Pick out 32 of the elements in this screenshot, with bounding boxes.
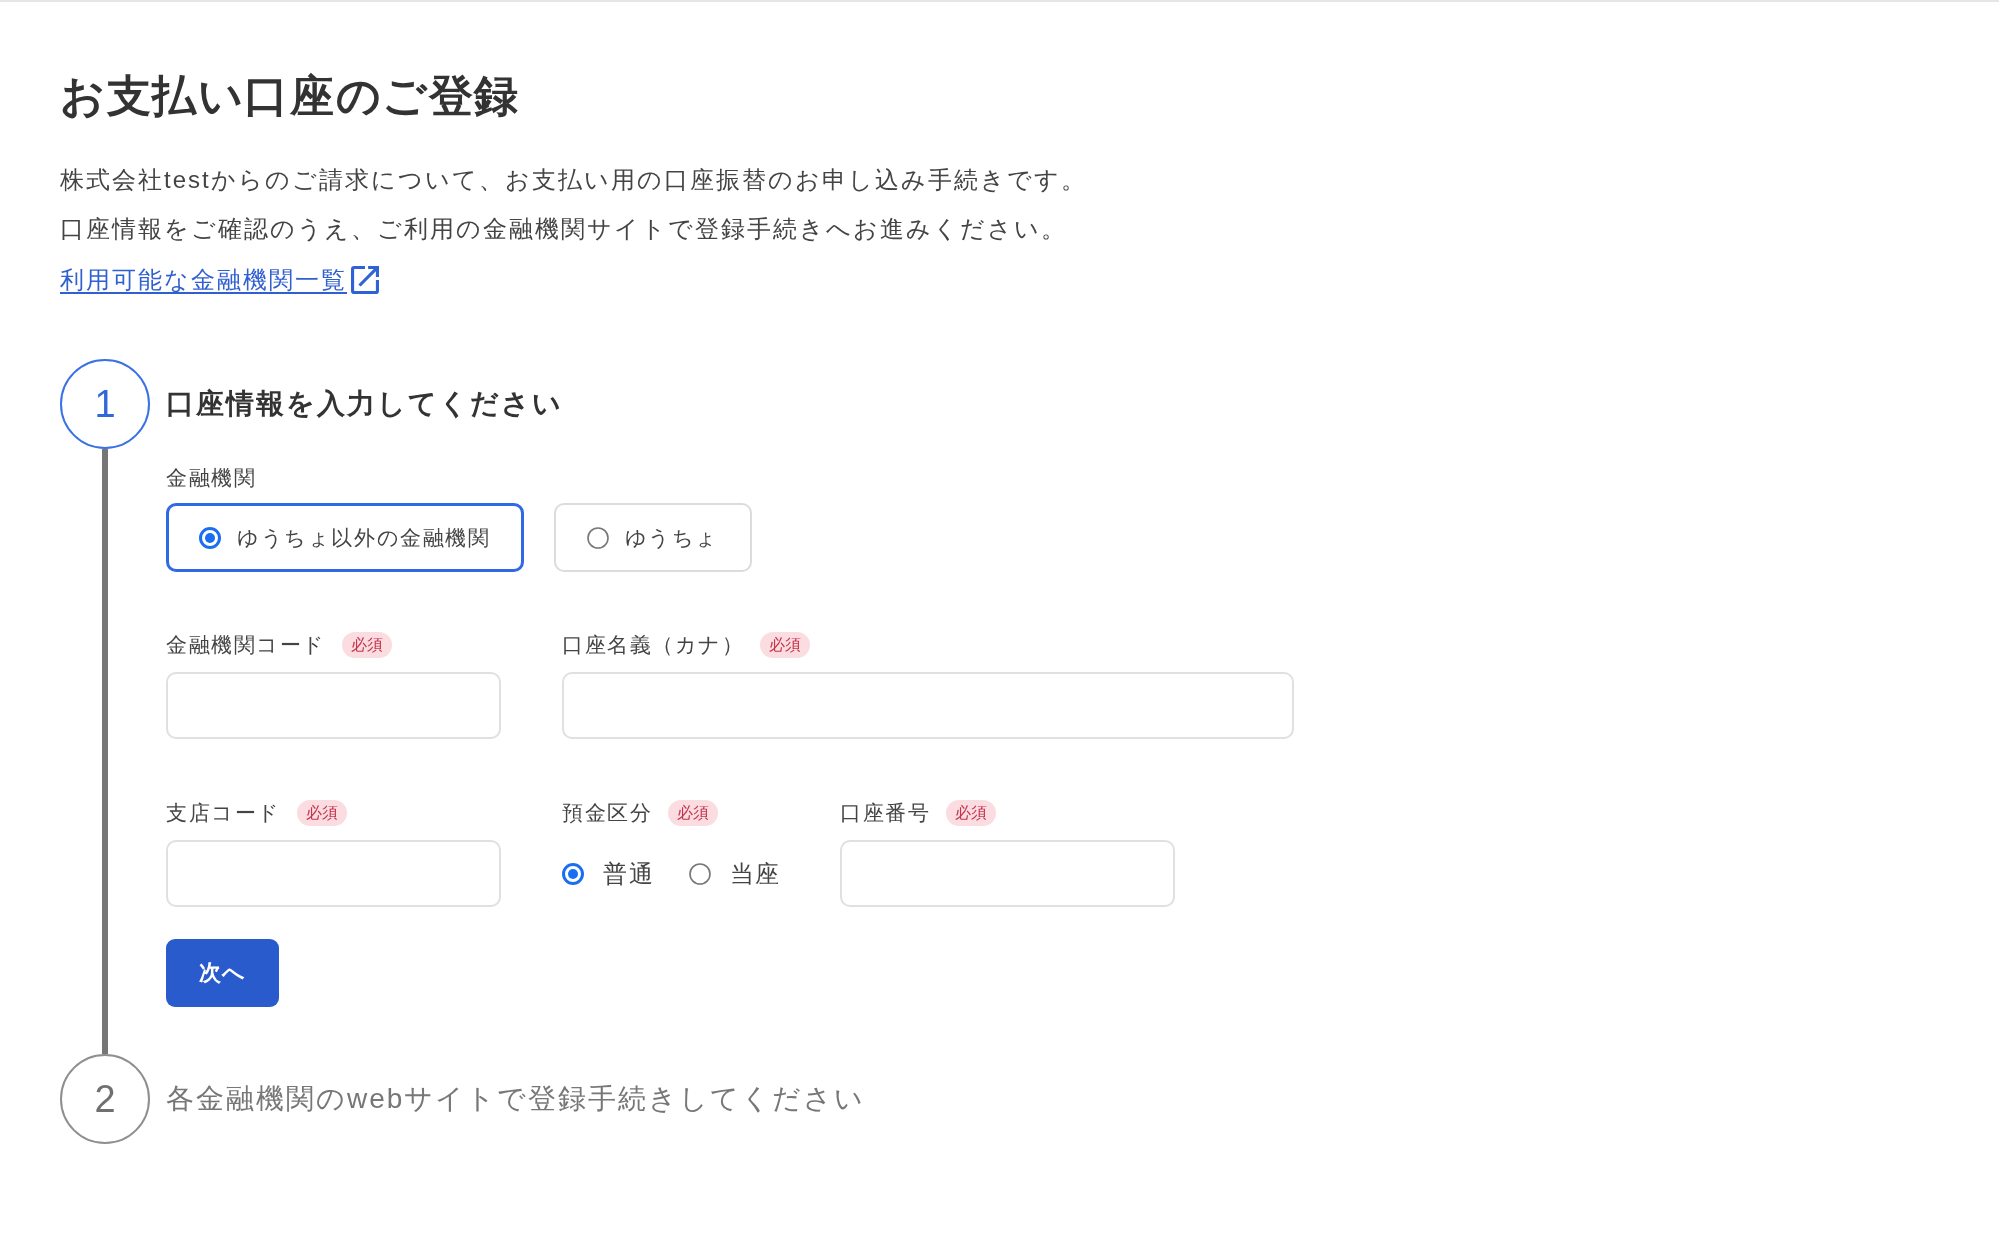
radio-icon[interactable]: [199, 526, 221, 549]
step-title: 各金融機関のwebサイトで登録手続きしてください: [166, 1082, 866, 1117]
step-number: 1: [60, 359, 150, 450]
radio-option[interactable]: 当座: [688, 857, 782, 890]
radio-icon[interactable]: [586, 526, 609, 549]
radio-option[interactable]: 普通: [562, 857, 655, 890]
radio-icon[interactable]: [688, 862, 711, 885]
required-badge: 必須: [946, 800, 996, 827]
bank-list-link[interactable]: 利用可能な金融機関一覧: [60, 255, 379, 305]
field-label: 口座番号: [840, 800, 930, 827]
input-field[interactable]: [166, 840, 501, 908]
field-label: 口座名義（カナ）: [562, 632, 744, 659]
description-text: 口座情報をご確認のうえ、ご利用の金融機関サイトで登録手続きへお進みください。: [60, 214, 1067, 244]
field-label: 金融機関コード: [166, 632, 326, 659]
radio-option-card[interactable]: ゆうちょ: [553, 503, 752, 573]
radio-icon[interactable]: [562, 862, 584, 885]
step-title: 口座情報を入力してください: [166, 387, 563, 422]
input-field[interactable]: [562, 672, 1294, 740]
field-label: 支店コード: [166, 800, 281, 827]
input-field[interactable]: [840, 840, 1175, 908]
field-label: 預金区分: [562, 800, 652, 827]
next-button[interactable]: 次へ: [166, 939, 279, 1008]
input-field[interactable]: [166, 672, 501, 740]
required-badge: 必須: [341, 632, 392, 659]
required-badge: 必須: [296, 800, 347, 827]
page-title: お支払い口座のご登録: [60, 70, 520, 122]
required-badge: 必須: [668, 800, 718, 827]
step-number: 2: [60, 1054, 150, 1145]
description-text: 株式会社testからのご請求について、お支払い用の口座振替のお申し込み手続きです。: [60, 165, 1087, 195]
radio-option-card[interactable]: ゆうちょ以外の金融機関: [166, 503, 524, 573]
required-badge: 必須: [760, 632, 810, 659]
field-label: 金融機関: [166, 466, 256, 490]
